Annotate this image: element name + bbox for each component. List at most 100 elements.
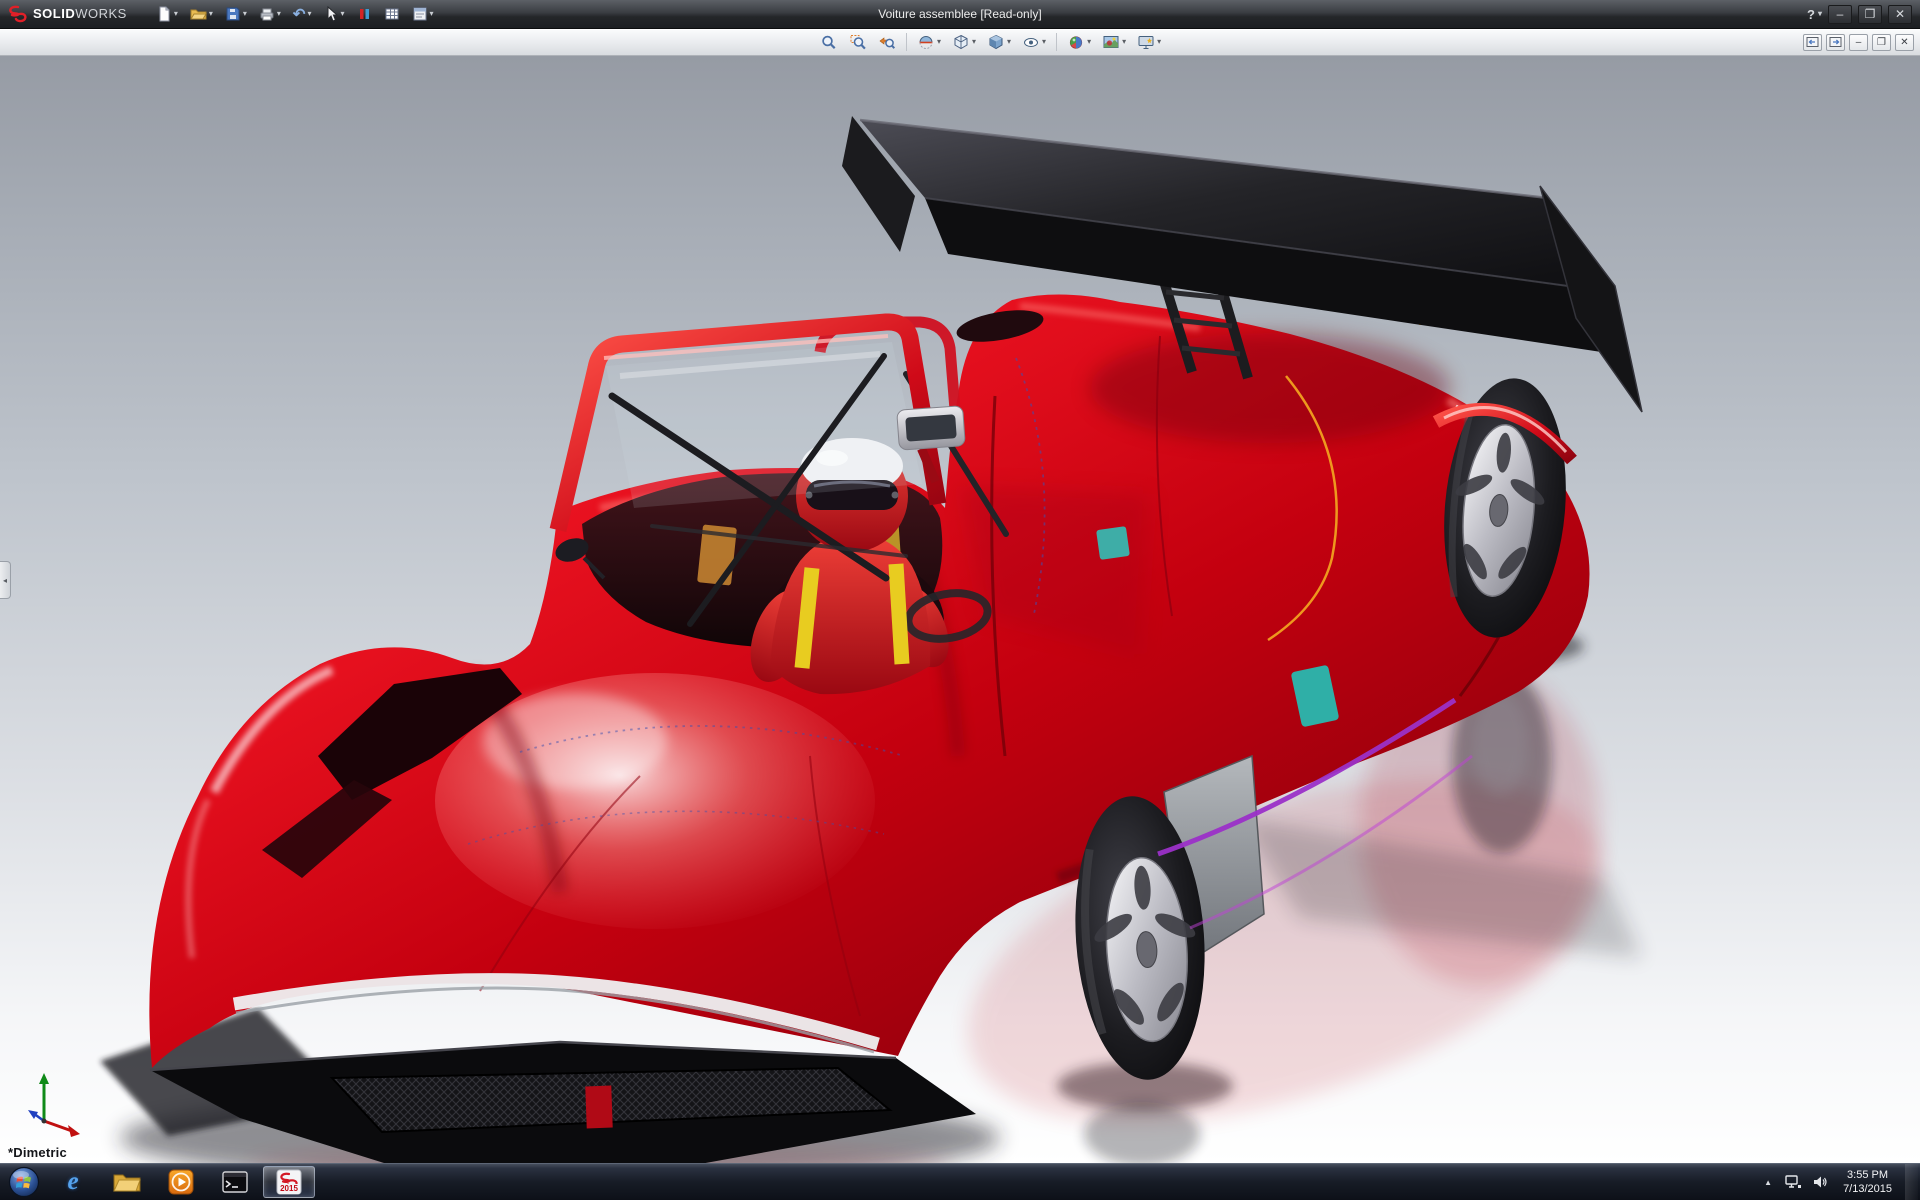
file-properties-button[interactable] [379, 3, 405, 25]
appearance-ball-icon [1067, 34, 1085, 51]
view-settings-icon [1137, 34, 1155, 51]
dropdown-caret: ▾ [1818, 10, 1822, 18]
close-button[interactable]: ✕ [1888, 5, 1912, 24]
print-button[interactable]: ▾ [254, 3, 286, 25]
view-tools-group: ▾ ▾ ▾ ▾ ▾ ▾ [815, 31, 1166, 53]
new-document-button[interactable]: ▾ [151, 3, 183, 25]
feature-manager-collapse-tab[interactable]: ◂ [0, 561, 11, 599]
select-button[interactable]: ▾ [319, 3, 350, 25]
show-desktop-button[interactable] [1905, 1164, 1918, 1200]
restore-button[interactable]: ❐ [1858, 5, 1882, 24]
folder-icon [113, 1171, 141, 1193]
harness-strap-left [802, 568, 812, 668]
document-window-controls: – ❐ ✕ [1803, 34, 1914, 51]
dropdown-caret: ▾ [1042, 38, 1046, 46]
doc-close-button[interactable]: ✕ [1895, 34, 1914, 51]
previous-view-button[interactable] [873, 31, 901, 53]
window-controls: ? ▾ – ❐ ✕ [1807, 5, 1920, 24]
doc-restore-button[interactable]: ❐ [1872, 34, 1891, 51]
toolbar-separator [1056, 33, 1057, 51]
options-sheet-icon [412, 6, 428, 22]
view-settings-button[interactable]: ▾ [1132, 31, 1166, 53]
title-bar: SOLIDWORKS ▾ ▾ ▾ ▾ ↶ ▾ [0, 0, 1920, 29]
view-orientation-cube-icon [952, 34, 970, 51]
dropdown-caret: ▾ [243, 10, 247, 18]
dropdown-caret: ▾ [308, 10, 312, 18]
view-orientation-label: *Dimetric [8, 1145, 67, 1160]
previous-window-icon [1806, 36, 1819, 48]
main-toolbar: ▾ ▾ ▾ ▾ ↶ ▾ ▾ [151, 3, 439, 25]
help-icon: ? [1807, 7, 1815, 22]
dropdown-caret: ▾ [1087, 38, 1091, 46]
display-style-button[interactable]: ▾ [982, 31, 1016, 53]
file-properties-icon [384, 6, 400, 22]
clock-date: 7/13/2015 [1843, 1182, 1892, 1196]
zoom-to-area-button[interactable] [844, 31, 872, 53]
brand-text-light: WORKS [75, 6, 127, 21]
dropdown-caret: ▾ [972, 38, 976, 46]
taskbar-item-solidworks[interactable]: 2015 [263, 1166, 315, 1198]
rear-wing [842, 116, 1642, 412]
open-folder-icon [190, 6, 207, 22]
taskbar-clock[interactable]: 3:55 PM 7/13/2015 [1837, 1168, 1898, 1197]
toolbar-separator [906, 33, 907, 51]
heads-up-toolbar: ▾ ▾ ▾ ▾ ▾ ▾ [0, 29, 1920, 56]
3d-viewport[interactable] [0, 56, 1920, 1163]
media-player-icon [168, 1169, 194, 1195]
dropdown-caret: ▾ [1007, 38, 1011, 46]
edit-appearance-button[interactable]: ▾ [1062, 31, 1096, 53]
show-hidden-icons-button[interactable]: ▲ [1760, 1174, 1776, 1191]
solidworks-logo-icon [8, 5, 28, 23]
scene-icon [1102, 34, 1120, 51]
zoom-to-fit-button[interactable] [815, 31, 843, 53]
command-prompt-icon [222, 1171, 248, 1193]
undo-button[interactable]: ↶ ▾ [288, 3, 317, 25]
new-document-icon [156, 6, 172, 22]
taskbar-item-windows-explorer[interactable] [101, 1166, 153, 1198]
taskbar: e [0, 1163, 1920, 1200]
clock-time: 3:55 PM [1843, 1168, 1892, 1182]
solidworks-version-badge: 2015 [278, 1184, 300, 1194]
internet-explorer-icon: e [67, 1168, 78, 1196]
open-button[interactable]: ▾ [185, 3, 218, 25]
dropdown-caret: ▾ [1157, 38, 1161, 46]
volume-icon [1813, 1175, 1828, 1189]
previous-view-icon [878, 34, 896, 51]
dropdown-caret: ▾ [341, 10, 345, 18]
next-window-button[interactable] [1826, 34, 1845, 51]
start-button[interactable] [6, 1164, 42, 1200]
section-view-icon [917, 34, 935, 51]
help-button[interactable]: ? ▾ [1807, 7, 1822, 22]
dropdown-caret: ▾ [430, 10, 434, 18]
graphics-area: *Dimetric ◂ [0, 56, 1920, 1163]
rebuild-button[interactable] [352, 3, 377, 25]
next-window-icon [1829, 36, 1842, 48]
view-orientation-button[interactable]: ▾ [947, 31, 981, 53]
options-button[interactable]: ▾ [407, 3, 439, 25]
taskbar-items: e [46, 1164, 316, 1200]
network-tray-icon[interactable] [1783, 1171, 1803, 1193]
doc-minimize-button[interactable]: – [1849, 34, 1868, 51]
system-tray: ▲ 3:55 PM 7/13/2015 [1760, 1164, 1920, 1200]
taskbar-item-internet-explorer[interactable]: e [47, 1166, 99, 1198]
dropdown-caret: ▾ [174, 10, 178, 18]
save-button[interactable]: ▾ [220, 3, 252, 25]
orientation-triad [28, 1073, 80, 1137]
save-icon [225, 6, 241, 22]
minimize-button[interactable]: – [1828, 5, 1852, 24]
zoom-to-fit-icon [820, 34, 838, 51]
hide-show-items-button[interactable]: ▾ [1017, 31, 1051, 53]
previous-window-button[interactable] [1803, 34, 1822, 51]
apply-scene-button[interactable]: ▾ [1097, 31, 1131, 53]
undo-icon: ↶ [293, 7, 306, 22]
dropdown-caret: ▾ [1122, 38, 1126, 46]
display-style-icon [987, 34, 1005, 51]
network-icon [1785, 1175, 1801, 1189]
taskbar-item-media-player[interactable] [155, 1166, 207, 1198]
zoom-to-area-icon [849, 34, 867, 51]
rebuild-icon [357, 6, 372, 22]
windows-start-icon [8, 1166, 40, 1198]
taskbar-item-command-prompt[interactable] [209, 1166, 261, 1198]
volume-tray-icon[interactable] [1810, 1171, 1830, 1193]
section-view-button[interactable]: ▾ [912, 31, 946, 53]
